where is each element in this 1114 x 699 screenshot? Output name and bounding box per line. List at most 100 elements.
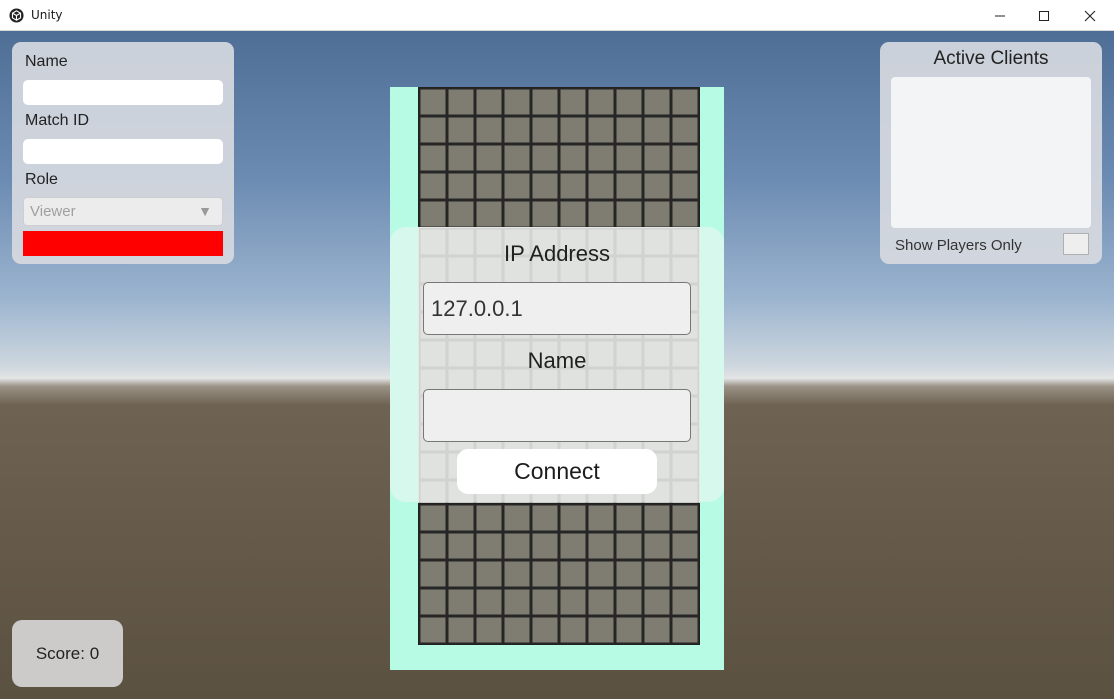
board-cell (615, 200, 643, 228)
active-clients-panel: Active Clients Show Players Only (880, 42, 1102, 264)
board-cell (671, 560, 699, 588)
board-cell (615, 88, 643, 116)
board-cell (643, 532, 671, 560)
board-cell (643, 588, 671, 616)
board-cell (503, 616, 531, 644)
board-cell (587, 88, 615, 116)
board-cell (559, 616, 587, 644)
board-cell (615, 616, 643, 644)
match-id-label: Match ID (25, 112, 90, 129)
board-cell (447, 172, 475, 200)
board-cell (447, 588, 475, 616)
board-cell (671, 116, 699, 144)
window-title: Unity (31, 8, 63, 22)
board-cell (475, 560, 503, 588)
board-cell (643, 616, 671, 644)
board-cell (531, 532, 559, 560)
board-cell (587, 144, 615, 172)
board-cell (419, 172, 447, 200)
board-cell (587, 172, 615, 200)
name-label: Name (527, 348, 587, 373)
board-cell (671, 172, 699, 200)
board-cell (643, 144, 671, 172)
board-cell (643, 88, 671, 116)
role-label: Role (25, 171, 58, 188)
board-cell (419, 504, 447, 532)
board-cell (503, 116, 531, 144)
board-cell (419, 116, 447, 144)
board-cell (419, 560, 447, 588)
board-cell (671, 532, 699, 560)
board-cell (531, 588, 559, 616)
board-cell (419, 200, 447, 228)
board-cell (475, 616, 503, 644)
board-cell (475, 172, 503, 200)
board-cell (671, 88, 699, 116)
board-cell (587, 588, 615, 616)
board-cell (587, 200, 615, 228)
connect-button[interactable]: Connect (457, 449, 657, 494)
board-cell (419, 532, 447, 560)
name-field[interactable] (23, 80, 223, 105)
board-cell (475, 144, 503, 172)
board-cell (587, 532, 615, 560)
ip-address-label: IP Address (504, 241, 610, 266)
board-cell (615, 116, 643, 144)
board-cell (503, 560, 531, 588)
board-cell (559, 560, 587, 588)
close-button[interactable] (1067, 0, 1113, 31)
show-players-only-checkbox[interactable] (1063, 233, 1089, 255)
board-cell (559, 532, 587, 560)
board-cell (475, 504, 503, 532)
board-cell (587, 616, 615, 644)
board-cell (615, 588, 643, 616)
board-cell (671, 616, 699, 644)
name-field-label: Name (25, 53, 68, 70)
board-cell (559, 116, 587, 144)
board-cell (559, 588, 587, 616)
show-players-only-label: Show Players Only (895, 237, 1022, 254)
board-cell (559, 144, 587, 172)
maximize-button[interactable] (1021, 0, 1067, 31)
minimize-button[interactable] (977, 0, 1023, 31)
board-cell (531, 616, 559, 644)
active-clients-title: Active Clients (933, 48, 1049, 69)
active-clients-list[interactable] (891, 77, 1091, 228)
match-id-field[interactable] (23, 139, 223, 164)
board-cell (447, 116, 475, 144)
board-cell (559, 504, 587, 532)
player-name-input[interactable] (423, 389, 691, 442)
board-cell (615, 144, 643, 172)
board-cell (447, 532, 475, 560)
board-cell (475, 532, 503, 560)
board-cell (475, 88, 503, 116)
window-title-bar: Unity (0, 0, 1114, 31)
board-cell (447, 144, 475, 172)
board-cell (615, 560, 643, 588)
board-grid-bottom (418, 503, 700, 645)
role-dropdown[interactable]: Viewer ▼ (23, 197, 223, 226)
minimize-icon (995, 15, 1005, 16)
player-color-indicator (23, 231, 223, 256)
board-cell (447, 88, 475, 116)
board-cell (503, 144, 531, 172)
board-cell (503, 172, 531, 200)
board-cell (587, 560, 615, 588)
board-cell (475, 588, 503, 616)
board-cell (559, 88, 587, 116)
dropdown-arrow-icon: ▼ (198, 203, 212, 219)
board-cell (643, 172, 671, 200)
close-icon (1084, 10, 1096, 21)
board-cell (671, 504, 699, 532)
score-display: Score: 0 (12, 620, 123, 687)
board-cell (447, 200, 475, 228)
board-cell (419, 88, 447, 116)
board-cell (615, 504, 643, 532)
board-cell (671, 588, 699, 616)
unity-logo-icon (9, 8, 24, 23)
match-settings-panel: Name Match ID Role Viewer ▼ (12, 42, 234, 264)
board-cell (447, 560, 475, 588)
ip-address-input[interactable]: 127.0.0.1 (423, 282, 691, 335)
maximize-icon (1039, 10, 1049, 21)
board-cell (419, 588, 447, 616)
